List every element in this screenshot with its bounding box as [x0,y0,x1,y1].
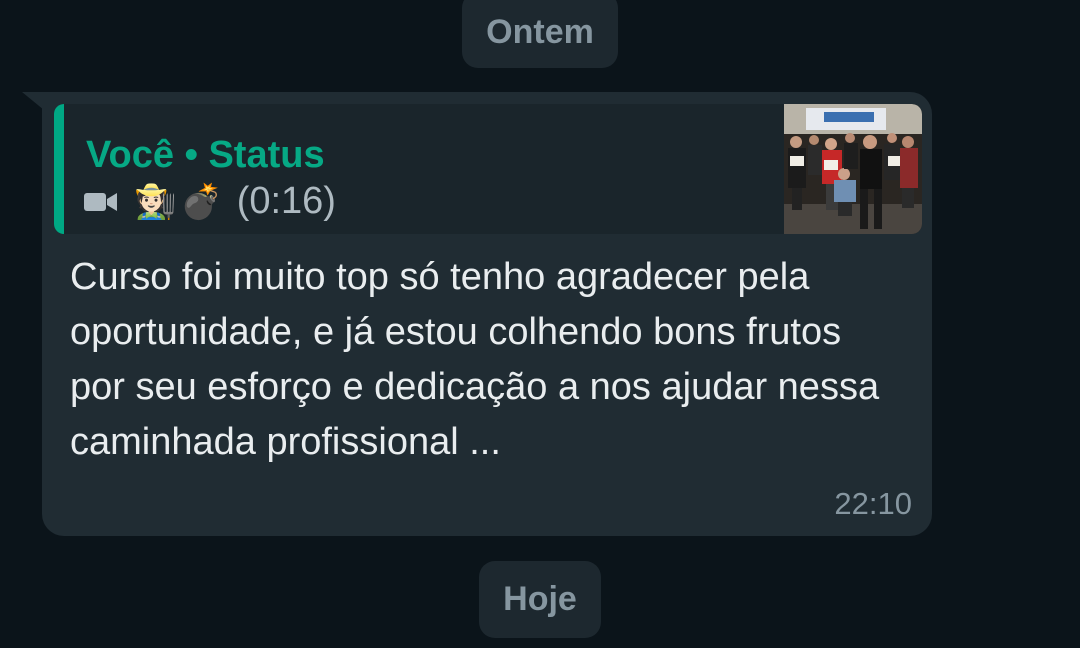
quote-title: Você • Status [86,134,325,177]
date-chip-yesterday: Ontem [462,0,618,68]
quote-separator: • [184,134,198,176]
quote-subtitle: 🧑🏻‍🌾 💣 (0:16) [84,180,336,223]
message-timestamp: 22:10 [834,486,912,521]
date-chip-label: Hoje [503,580,577,618]
group-photo-thumbnail [784,104,922,234]
date-chip-label: Ontem [486,12,594,51]
quote-type: Status [208,134,325,176]
farmer-emoji: 🧑🏻‍🌾 [134,182,177,221]
video-camera-icon [84,192,117,211]
quote-accent-bar [54,104,64,234]
status-thumbnail[interactable] [784,104,922,234]
quote-author: Você [86,134,175,176]
date-chip-today: Hoje [479,561,601,638]
bomb-emoji: 💣 [180,182,223,221]
quote-duration: (0:16) [236,180,336,222]
message-text: Curso foi muito top só tenho agradecer p… [70,256,880,463]
quoted-status-preview[interactable]: Você • Status 🧑🏻‍🌾 💣 (0:16) [54,104,922,234]
bubble-tail [22,92,44,110]
message-bubble[interactable]: Você • Status 🧑🏻‍🌾 💣 (0:16) [42,92,932,536]
